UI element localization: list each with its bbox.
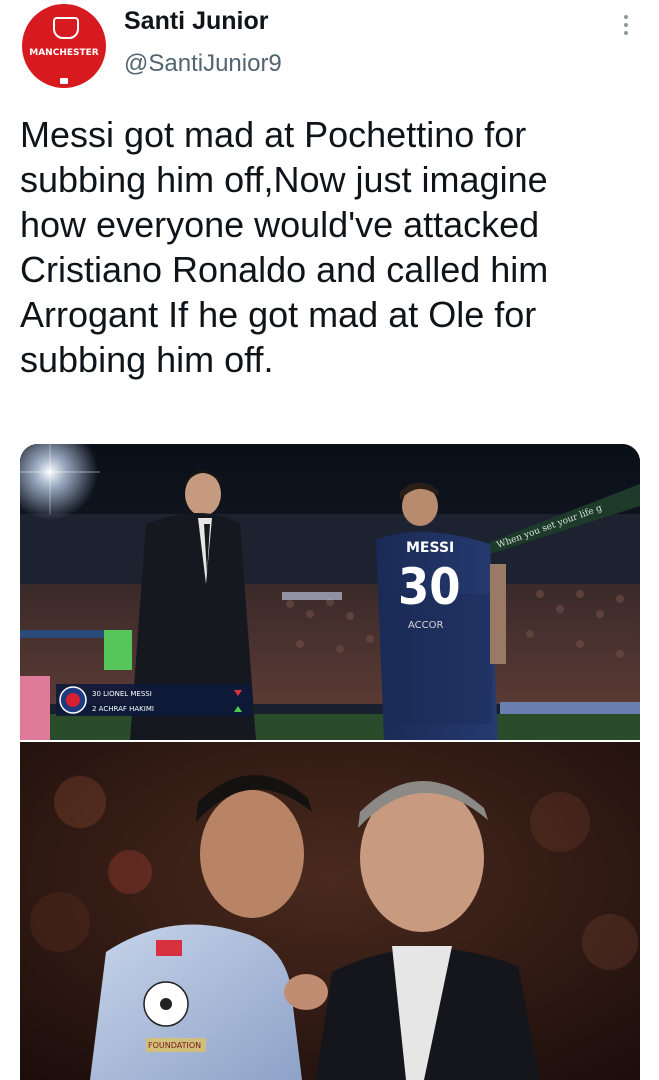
crest-base-shape xyxy=(60,78,68,84)
avatar[interactable]: MANCHESTER xyxy=(22,4,106,88)
sub-player-off: 30 LIONEL MESSI xyxy=(92,690,152,698)
shirt-number: 30 xyxy=(398,558,461,616)
sub-player-on: 2 ACHRAF HAKIMI xyxy=(92,705,154,713)
tweet-media[interactable]: When you set your life g MESSI 30 ACCOR … xyxy=(20,444,640,1080)
media-photo-2[interactable]: FOUNDATION xyxy=(20,742,640,1080)
crest-shield-shape xyxy=(53,17,79,39)
sleeve-text: FOUNDATION xyxy=(148,1041,201,1050)
more-vertical-icon[interactable] xyxy=(614,12,638,42)
shirt-sponsor: ACCOR xyxy=(408,620,444,631)
display-name[interactable]: Santi Junior xyxy=(124,7,268,36)
tweet-text: Messi got mad at Pochettino for subbing … xyxy=(20,114,549,380)
tweet-card: MANCHESTER Santi Junior @SantiJunior9 Me… xyxy=(0,0,659,1080)
user-handle[interactable]: @SantiJunior9 xyxy=(124,50,282,78)
sideline-scene: FOUNDATION xyxy=(20,742,640,1080)
substitution-graphic: 30 LIONEL MESSI 2 ACHRAF HAKIMI xyxy=(56,684,252,716)
media-photo-1[interactable]: When you set your life g MESSI 30 ACCOR … xyxy=(20,444,640,740)
shirt-name: MESSI xyxy=(406,540,454,556)
stadium-scene: When you set your life g MESSI 30 ACCOR … xyxy=(20,444,640,740)
avatar-crest-text: MANCHESTER xyxy=(29,48,99,58)
